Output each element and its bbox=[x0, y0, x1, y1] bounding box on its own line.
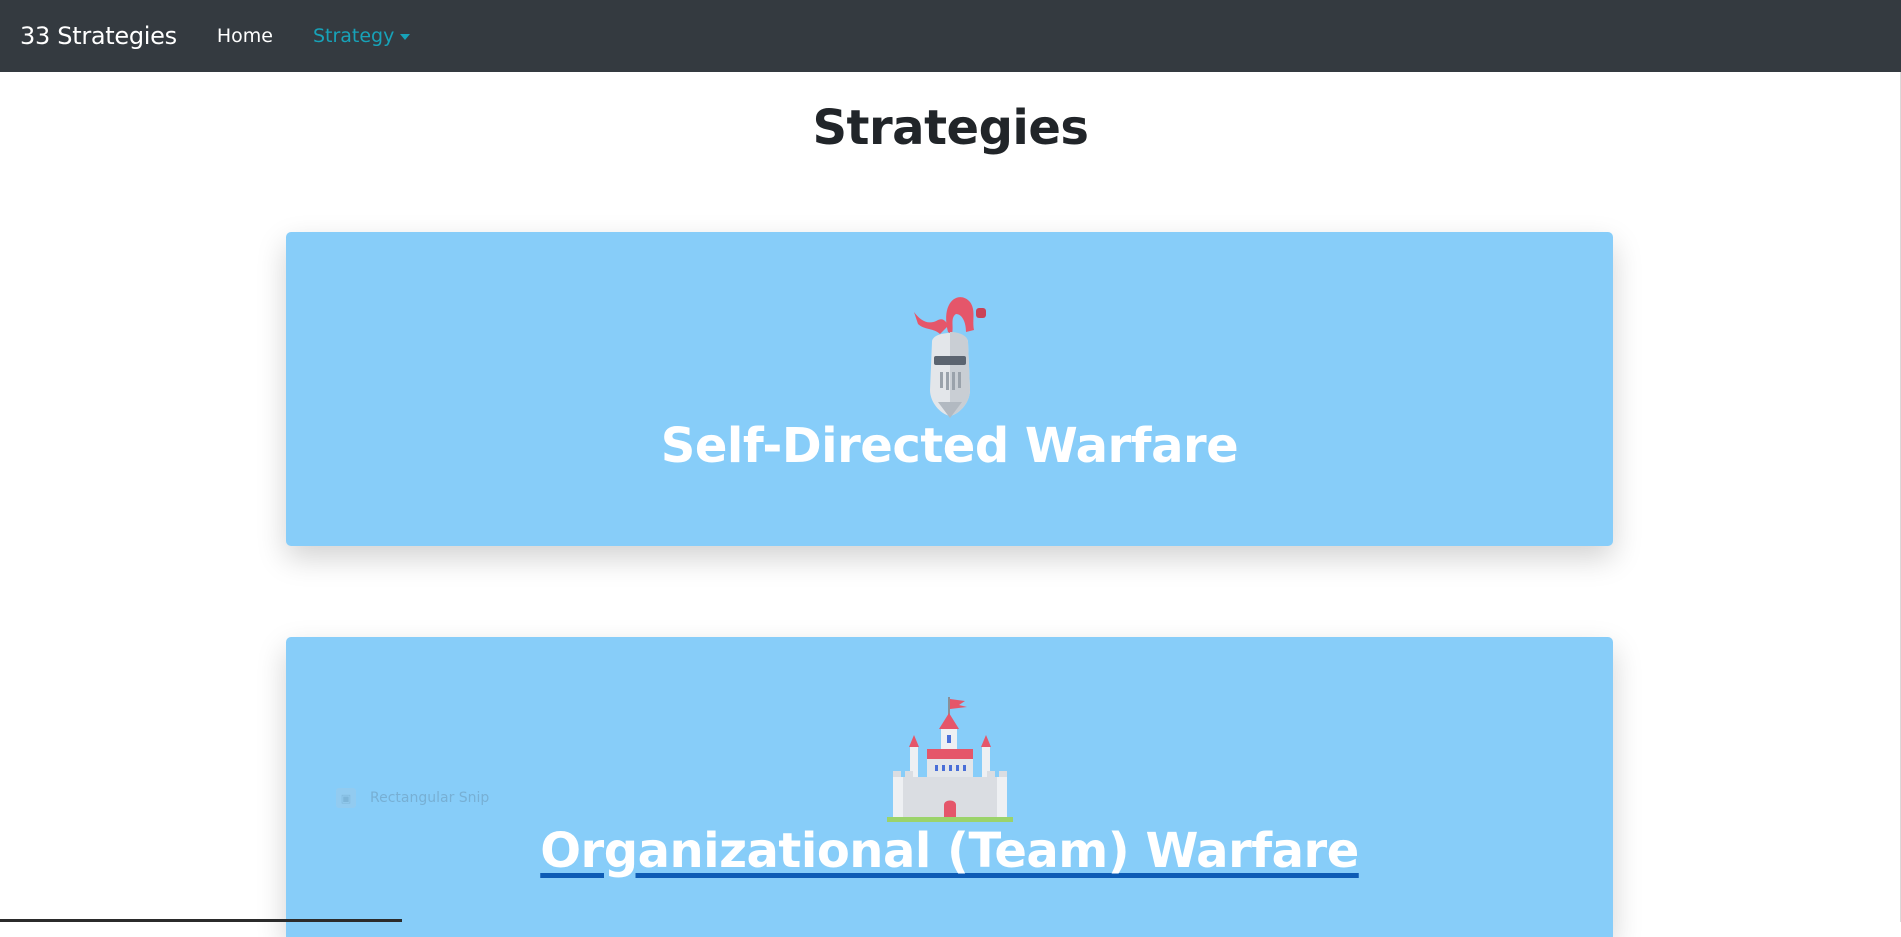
strategy-card-self-directed[interactable]: Self-Directed Warfare bbox=[286, 232, 1613, 546]
card-title-text: Organizational (Team) Warfare bbox=[540, 823, 1359, 879]
nav-strategy-dropdown[interactable]: Strategy bbox=[312, 25, 411, 47]
navbar: 33 Strategies Home Strategy bbox=[0, 0, 1901, 72]
snip-tool-overlay[interactable]: ▣ Rectangular Snip bbox=[336, 788, 489, 808]
snip-label: Rectangular Snip bbox=[370, 790, 490, 806]
brand-link[interactable]: 33 Strategies bbox=[20, 22, 177, 50]
snip-icon: ▣ bbox=[336, 788, 356, 808]
nav-strategy-label: Strategy bbox=[312, 25, 395, 47]
card-title: Self-Directed Warfare bbox=[660, 418, 1239, 474]
chevron-down-icon bbox=[400, 34, 411, 40]
page-title: Strategies bbox=[812, 100, 1089, 156]
castle-icon bbox=[886, 697, 1013, 822]
card-title: Organizational (Team) Warfare bbox=[286, 823, 1613, 879]
nav-home-link[interactable]: Home bbox=[217, 25, 273, 47]
strategy-card-organizational[interactable]: Organizational (Team) Warfare bbox=[286, 637, 1613, 937]
knight-helmet-icon bbox=[913, 297, 986, 418]
